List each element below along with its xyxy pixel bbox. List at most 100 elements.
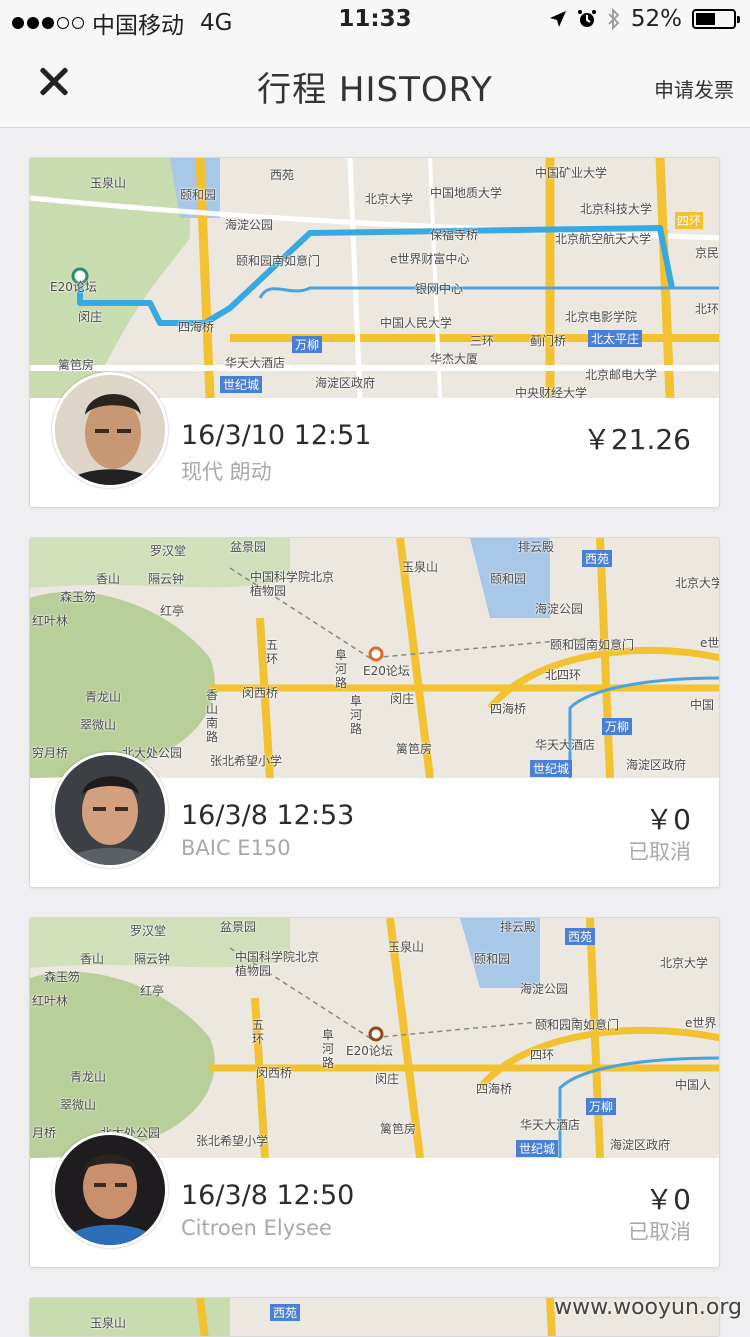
map-label: 闵庄 (375, 1070, 399, 1087)
map-label: 北太平庄 (588, 330, 642, 347)
trip-price: ￥21.26 (583, 418, 691, 458)
trip-car: BAIC E150 (181, 836, 291, 860)
map-label: 阜河路 (350, 694, 364, 736)
trip-car: Citroen Elysee (181, 1216, 332, 1240)
status-right: 52% (549, 6, 736, 32)
map-label: 红亭 (140, 982, 164, 999)
trip-card[interactable]: 罗汉堂 盆景园 排云殿 西苑 香山 隔云钟 玉泉山 颐和园 北京大学 森玉笏 中… (29, 917, 720, 1268)
map-label: 京民 (695, 244, 719, 261)
map-label: 海淀公园 (535, 600, 583, 617)
map-label: 颐和园 (490, 570, 526, 587)
page-title: 行程 HISTORY (0, 62, 750, 111)
trip-status: 已取消 (628, 836, 691, 866)
map-label: 三环 (470, 332, 494, 349)
map-label: 闵西桥 (256, 1064, 292, 1081)
trip-card[interactable]: 玉泉山 颐和园 西苑 北京大学 中国地质大学 中国矿业大学 北京科技大学 海淀公… (29, 157, 720, 508)
map-label: 华杰大厦 (430, 350, 478, 367)
trip-info: 16/3/10 12:51 现代 朗动 ￥21.26 (30, 398, 720, 508)
trip-info: 16/3/8 12:50 Citroen Elysee ￥0 已取消 (30, 1158, 720, 1268)
battery-percent: 52% (631, 6, 682, 32)
map-label: 隔云钟 (148, 570, 184, 587)
status-bar: 中国移动 4G 11:33 52% (0, 0, 750, 40)
map-label: e世界财富中心 (390, 250, 469, 267)
map-label: E20论坛 (50, 278, 97, 295)
trip-date: 16/3/8 12:53 (181, 800, 354, 831)
map-label: 北京邮电大学 (585, 366, 657, 383)
battery-fill (696, 13, 715, 25)
request-invoice-button[interactable]: 申请发票 (654, 74, 734, 103)
map-label: 翠微山 (80, 716, 116, 733)
map-label: 北京科技大学 (580, 200, 652, 217)
map-label: 世纪城 (516, 1140, 558, 1157)
map-label: 四海桥 (178, 318, 214, 335)
map-label: 青龙山 (70, 1068, 106, 1085)
map-label: e世界 (685, 1014, 716, 1031)
map-label: 香山 (80, 950, 104, 967)
map-label: 玉泉山 (90, 1314, 126, 1331)
map-label: 北京大学 (365, 190, 413, 207)
trip-price: ￥0 (645, 1178, 691, 1218)
alarm-clock-icon (577, 9, 597, 29)
map-label: 海淀公园 (225, 216, 273, 233)
map-label: 海淀区政府 (610, 1136, 670, 1153)
map-label: 排云殿 (518, 538, 554, 555)
map-label: 北京大学 (675, 574, 720, 591)
map-label: 排云殿 (500, 918, 536, 935)
map-label: 红亭 (160, 602, 184, 619)
map-label: E20论坛 (346, 1042, 393, 1059)
map-label: 闵西桥 (242, 684, 278, 701)
map-label: 盆景园 (220, 918, 256, 935)
map-label: 中国 (690, 696, 714, 713)
map-label: 万柳 (292, 336, 322, 353)
map-label: 阜河路 (335, 648, 349, 690)
map-label: 四环 (530, 1046, 554, 1063)
trip-date: 16/3/8 12:50 (181, 1180, 354, 1211)
map-label: 西苑 (582, 550, 612, 567)
map-label: 月桥 (32, 1124, 56, 1141)
trip-map: 罗汉堂 盆景园 排云殿 西苑 香山 隔云钟 玉泉山 颐和园 北京大学 森玉笏 中… (30, 538, 720, 778)
map-label: e世 (700, 634, 719, 651)
map-label: 海淀公园 (520, 980, 568, 997)
map-label: 中国人 (675, 1076, 711, 1093)
map-label: 穷月桥 (32, 744, 68, 761)
map-label: 西苑 (565, 928, 595, 945)
map-label: 玉泉山 (402, 558, 438, 575)
map-label: 闵庄 (78, 308, 102, 325)
map-label: 颐和园南如意门 (550, 636, 634, 653)
map-label: 红叶林 (32, 612, 68, 629)
map-label: E20论坛 (363, 662, 410, 679)
map-label: 中国地质大学 (430, 184, 502, 201)
trip-car: 现代 朗动 (181, 456, 272, 486)
map-label: 世纪城 (220, 376, 262, 393)
map-label: 四环 (675, 212, 703, 229)
trip-map: 罗汉堂 盆景园 排云殿 西苑 香山 隔云钟 玉泉山 颐和园 北京大学 森玉笏 中… (30, 918, 720, 1158)
map-label: 四海桥 (476, 1080, 512, 1097)
map-label: 华天大酒店 (520, 1116, 580, 1133)
map-label: 颐和园南如意门 (236, 252, 320, 269)
trip-map: 玉泉山 颐和园 西苑 北京大学 中国地质大学 中国矿业大学 北京科技大学 海淀公… (30, 158, 720, 398)
map-label: 阜河路 (322, 1028, 336, 1070)
map-label: 盆景园 (230, 538, 266, 555)
map-label: 西苑 (270, 166, 294, 183)
trip-status: 已取消 (628, 1216, 691, 1246)
map-label: 中国科学院北京植物园 (235, 950, 325, 978)
map-label: 华天大酒店 (535, 736, 595, 753)
trip-card[interactable]: 罗汉堂 盆景园 排云殿 西苑 香山 隔云钟 玉泉山 颐和园 北京大学 森玉笏 中… (29, 537, 720, 888)
trip-price: ￥0 (645, 798, 691, 838)
map-label: 颐和园南如意门 (535, 1016, 619, 1033)
map-label: 颐和园 (180, 186, 216, 203)
map-label: 中国人民大学 (380, 314, 452, 331)
map-label: 篱笆房 (396, 740, 432, 757)
trip-date: 16/3/10 12:51 (181, 420, 371, 451)
map-label: 华天大酒店 (225, 354, 285, 371)
map-label: 四海桥 (490, 700, 526, 717)
map-label: 北京电影学院 (565, 308, 637, 325)
trip-list: 玉泉山 颐和园 西苑 北京大学 中国地质大学 中国矿业大学 北京科技大学 海淀公… (29, 157, 720, 1337)
map-label: 红叶林 (32, 992, 68, 1009)
bluetooth-icon (607, 8, 621, 30)
map-label: 五环 (252, 1018, 266, 1046)
map-label: 北京航空航天大学 (555, 230, 651, 247)
battery-icon (692, 9, 736, 29)
map-label: 中央财经大学 (515, 384, 587, 398)
map-label: 保福寺桥 (430, 226, 478, 243)
